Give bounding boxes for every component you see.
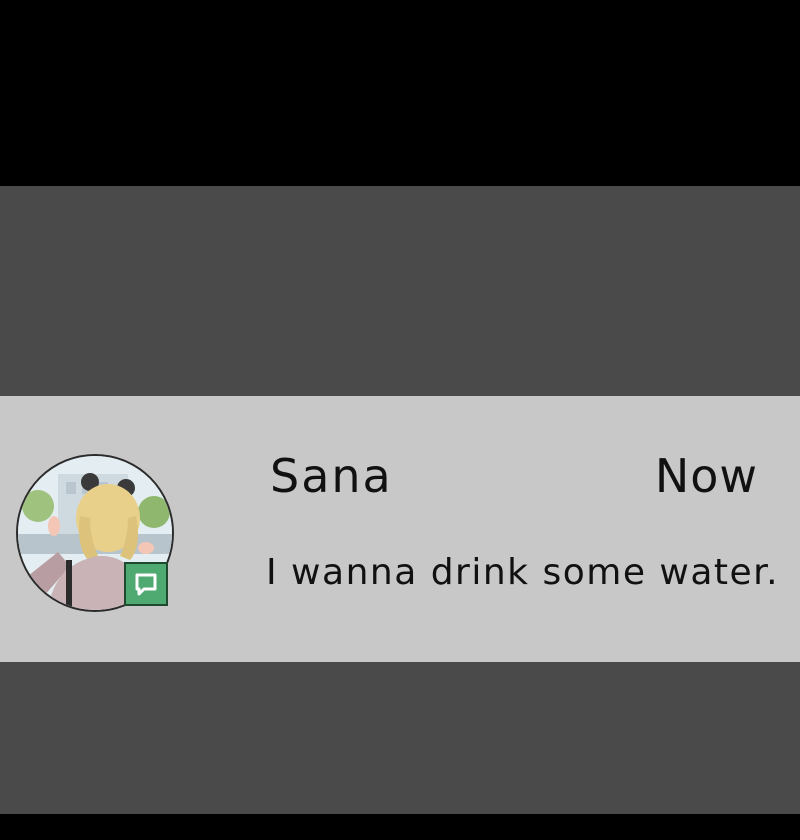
bottom-black-bar xyxy=(0,814,800,840)
screen: Sana Now I wanna drink some water. xyxy=(0,0,800,840)
avatar-container xyxy=(16,454,174,612)
upper-gray-band xyxy=(0,186,800,396)
message-notification[interactable]: Sana Now I wanna drink some water. xyxy=(0,396,800,662)
message-preview: I wanna drink some water. xyxy=(266,552,780,593)
lower-gray-band xyxy=(0,662,800,814)
chat-bubble-icon xyxy=(124,562,168,606)
top-black-bar xyxy=(0,0,800,186)
notification-time: Now xyxy=(654,449,758,503)
sender-name: Sana xyxy=(270,449,393,503)
